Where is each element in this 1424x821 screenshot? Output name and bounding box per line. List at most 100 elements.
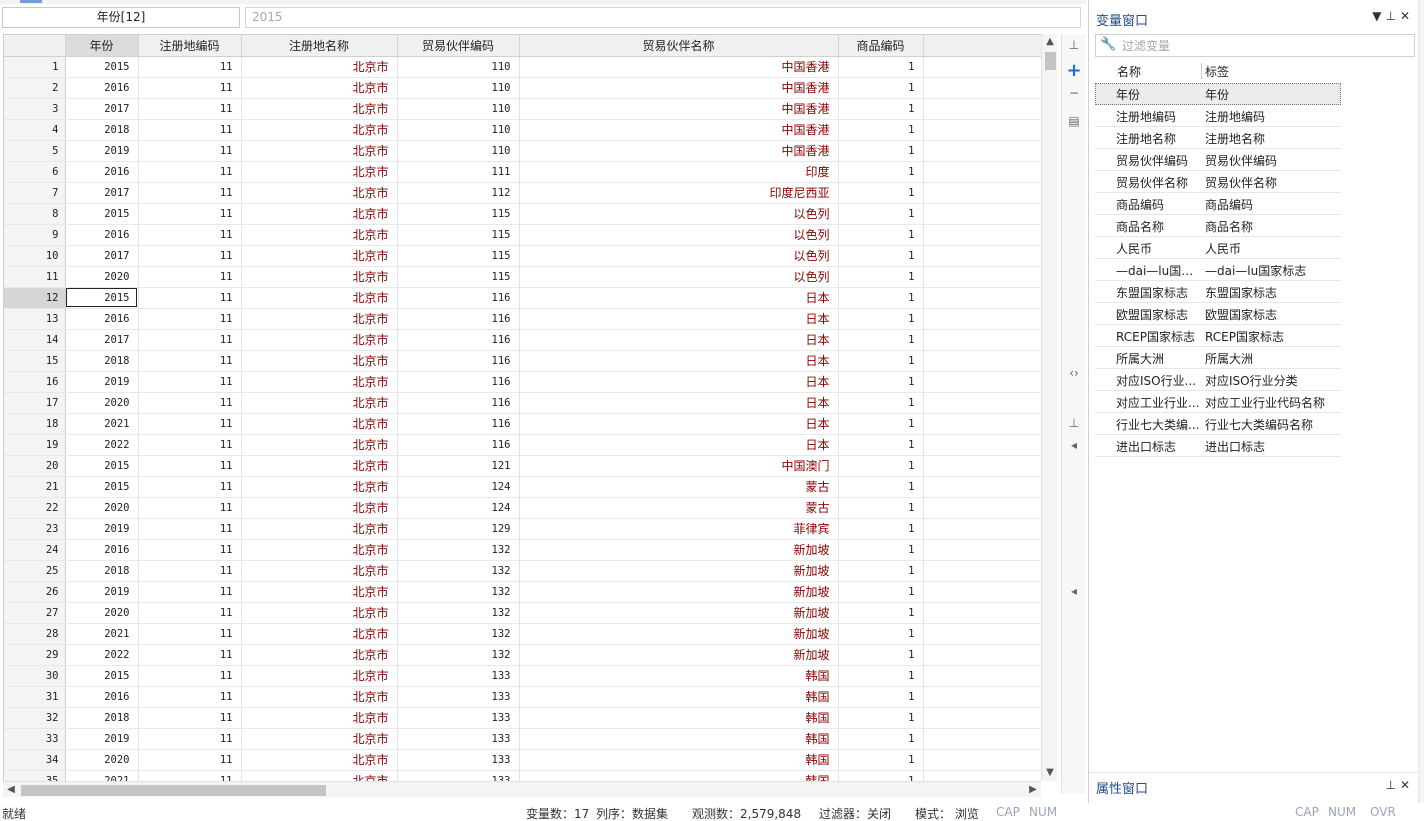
- column-header-reg-code[interactable]: 注册地编码: [138, 35, 242, 57]
- cell-partner-name[interactable]: 蒙古: [519, 476, 839, 498]
- cell-partner-code[interactable]: 133: [397, 686, 520, 708]
- cell-partner-code[interactable]: 132: [397, 644, 520, 666]
- cell-partner-name[interactable]: 新加坡: [519, 581, 839, 603]
- cell-product-code[interactable]: 1: [838, 728, 924, 750]
- table-row[interactable]: 10 2017 11 北京市 115 以色列 1: [4, 245, 1041, 267]
- cell-partner-name[interactable]: 以色列: [519, 224, 839, 246]
- cell-year[interactable]: 2016: [65, 161, 139, 183]
- pin-panel-icon[interactable]: ⊥: [1385, 9, 1399, 23]
- cell-reg-code[interactable]: 11: [138, 245, 242, 267]
- expand-icon[interactable]: ‹›: [1065, 364, 1083, 382]
- cell-product-code[interactable]: 1: [838, 770, 924, 781]
- cell-year[interactable]: 2022: [65, 644, 139, 666]
- cell-reg-code[interactable]: 11: [138, 119, 242, 141]
- table-row[interactable]: 11 2020 11 北京市 115 以色列 1: [4, 266, 1041, 288]
- cell-partner-code[interactable]: 115: [397, 245, 520, 267]
- table-row[interactable]: 35 2021 11 北京市 133 韩国 1: [4, 770, 1041, 781]
- cell-partner-name[interactable]: 韩国: [519, 707, 839, 729]
- cell-product-code[interactable]: 1: [838, 245, 924, 267]
- cell-reg-code[interactable]: 11: [138, 455, 242, 477]
- cell-partner-code[interactable]: 132: [397, 539, 520, 561]
- table-row[interactable]: 27 2020 11 北京市 132 新加坡 1: [4, 602, 1041, 624]
- cell-year[interactable]: 2017: [65, 98, 139, 120]
- cell-partner-code[interactable]: 133: [397, 665, 520, 687]
- row-number-header[interactable]: [4, 35, 66, 57]
- cell-product-code[interactable]: 1: [838, 119, 924, 141]
- table-row[interactable]: 18 2021 11 北京市 116 日本 1: [4, 413, 1041, 435]
- row-number[interactable]: 6: [4, 161, 66, 183]
- cell-reg-name[interactable]: 北京市: [241, 56, 398, 78]
- table-row[interactable]: 3 2017 11 北京市 110 中国香港 1: [4, 98, 1041, 120]
- row-number[interactable]: 21: [4, 476, 66, 498]
- table-row[interactable]: 2 2016 11 北京市 110 中国香港 1: [4, 77, 1041, 99]
- cell-partner-name[interactable]: 日本: [519, 392, 839, 414]
- cell-reg-code[interactable]: 11: [138, 686, 242, 708]
- cell-year[interactable]: 2019: [65, 140, 139, 162]
- cell-partner-name[interactable]: 韩国: [519, 728, 839, 750]
- cell-partner-code[interactable]: 116: [397, 392, 520, 414]
- table-row[interactable]: 34 2020 11 北京市 133 韩国 1: [4, 749, 1041, 771]
- cell-reg-name[interactable]: 北京市: [241, 518, 398, 540]
- table-row[interactable]: 14 2017 11 北京市 116 日本 1: [4, 329, 1041, 351]
- cell-reg-name[interactable]: 北京市: [241, 287, 398, 309]
- cell-partner-code[interactable]: 124: [397, 497, 520, 519]
- cell-reg-name[interactable]: 北京市: [241, 728, 398, 750]
- cell-product-code[interactable]: 1: [838, 665, 924, 687]
- cell-year[interactable]: 2015: [65, 455, 139, 477]
- cell-reg-name[interactable]: 北京市: [241, 602, 398, 624]
- row-number[interactable]: 23: [4, 518, 66, 540]
- cell-product-code[interactable]: 1: [838, 518, 924, 540]
- column-header-partner-name[interactable]: 贸易伙伴名称: [519, 35, 839, 57]
- cell-reg-name[interactable]: 北京市: [241, 224, 398, 246]
- cell-reg-name[interactable]: 北京市: [241, 182, 398, 204]
- close-panel-icon[interactable]: ✕: [1400, 9, 1414, 23]
- variable-list-item[interactable]: 所属大洲 所属大洲: [1095, 347, 1341, 369]
- cell-partner-name[interactable]: 以色列: [519, 266, 839, 288]
- table-row[interactable]: 21 2015 11 北京市 124 蒙古 1: [4, 476, 1041, 498]
- add-icon[interactable]: +: [1065, 62, 1083, 80]
- cell-partner-name[interactable]: 印度尼西亚: [519, 182, 839, 204]
- column-header-reg-name[interactable]: 注册地名称: [241, 35, 398, 57]
- cell-year[interactable]: 2017: [65, 245, 139, 267]
- vertical-scrollbar[interactable]: ▲ ▼: [1041, 34, 1057, 781]
- cell-reg-name[interactable]: 北京市: [241, 749, 398, 771]
- cell-year[interactable]: 2016: [65, 224, 139, 246]
- row-number[interactable]: 20: [4, 455, 66, 477]
- row-number[interactable]: 10: [4, 245, 66, 267]
- cell-reg-code[interactable]: 11: [138, 371, 242, 393]
- name-column-header[interactable]: 名称: [1117, 63, 1141, 80]
- cell-reg-name[interactable]: 北京市: [241, 119, 398, 141]
- table-row[interactable]: 31 2016 11 北京市 133 韩国 1: [4, 686, 1041, 708]
- cell-reg-code[interactable]: 11: [138, 308, 242, 330]
- cell-year[interactable]: 2020: [65, 392, 139, 414]
- cell-reg-name[interactable]: 北京市: [241, 392, 398, 414]
- cell-partner-code[interactable]: 129: [397, 518, 520, 540]
- cell-partner-code[interactable]: 115: [397, 266, 520, 288]
- cell-product-code[interactable]: 1: [838, 329, 924, 351]
- cell-product-code[interactable]: 1: [838, 161, 924, 183]
- cell-product-code[interactable]: 1: [838, 182, 924, 204]
- cell-partner-name[interactable]: 新加坡: [519, 560, 839, 582]
- cell-reg-name[interactable]: 北京市: [241, 413, 398, 435]
- row-number[interactable]: 4: [4, 119, 66, 141]
- cell-product-code[interactable]: 1: [838, 350, 924, 372]
- cell-product-code[interactable]: 1: [838, 308, 924, 330]
- cell-year[interactable]: 2018: [65, 560, 139, 582]
- label-column-header[interactable]: 标签: [1205, 63, 1229, 80]
- variable-list-item[interactable]: —dai—lu国家... —dai—lu国家标志: [1095, 259, 1341, 281]
- cell-year[interactable]: 2015: [65, 476, 139, 498]
- cell-partner-name[interactable]: 中国香港: [519, 56, 839, 78]
- cell-partner-name[interactable]: 中国香港: [519, 119, 839, 141]
- cell-reg-code[interactable]: 11: [138, 182, 242, 204]
- cell-reg-code[interactable]: 11: [138, 476, 242, 498]
- cell-year[interactable]: 2015: [65, 203, 139, 225]
- cell-product-code[interactable]: 1: [838, 203, 924, 225]
- table-row[interactable]: 24 2016 11 北京市 132 新加坡 1: [4, 539, 1041, 561]
- cell-partner-name[interactable]: 菲律宾: [519, 518, 839, 540]
- cell-partner-name[interactable]: 韩国: [519, 686, 839, 708]
- cell-reg-name[interactable]: 北京市: [241, 98, 398, 120]
- column-header-year[interactable]: 年份: [65, 35, 139, 57]
- cell-year[interactable]: 2019: [65, 371, 139, 393]
- variable-list-item[interactable]: 欧盟国家标志 欧盟国家标志: [1095, 303, 1341, 325]
- cell-reg-code[interactable]: 11: [138, 623, 242, 645]
